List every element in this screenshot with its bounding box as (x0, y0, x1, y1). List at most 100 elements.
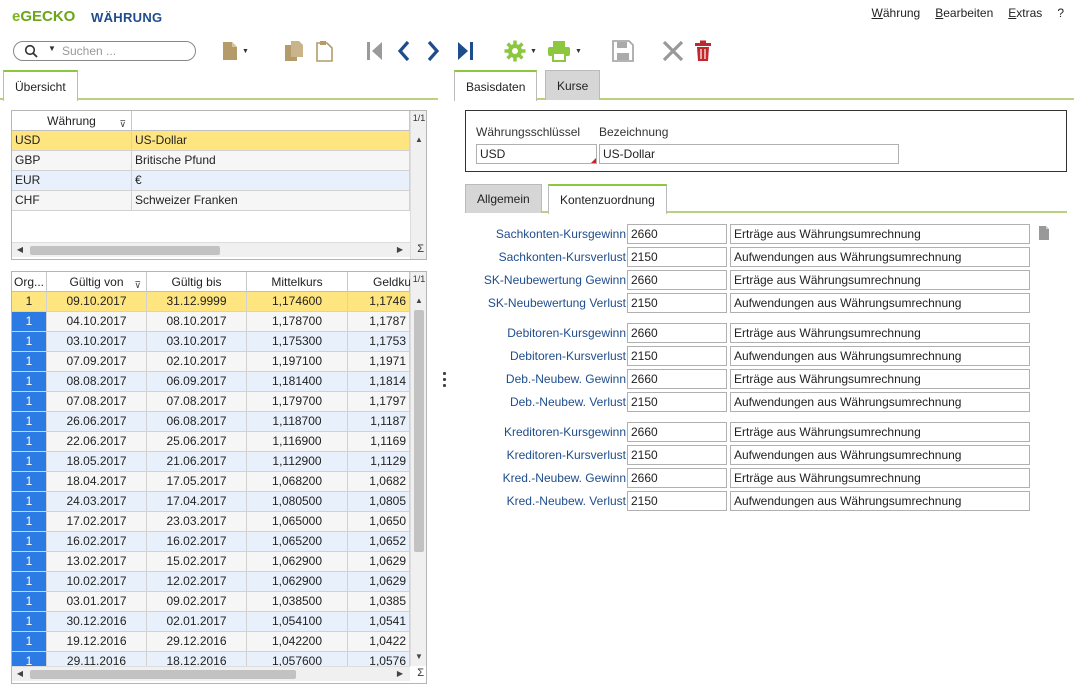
scroll-right-arrow-icon[interactable]: ▶ (392, 669, 408, 678)
currency-key-field[interactable]: USD (476, 144, 597, 164)
account-number-field[interactable]: 2150 (627, 491, 727, 511)
column-header-org[interactable]: Org... (12, 272, 47, 292)
mid-rate-cell[interactable]: 1,175300 (247, 332, 348, 352)
mid-rate-cell[interactable]: 1,062900 (247, 572, 348, 592)
rate-row[interactable]: 1 22.06.2017 25.06.2017 1,116900 1,1169 (12, 432, 410, 452)
column-header-waehrung[interactable]: Währung ⊽ (12, 111, 132, 131)
rate-row[interactable]: 1 19.12.2016 29.12.2016 1,042200 1,0422 (12, 632, 410, 652)
bid-rate-cell[interactable]: 1,0682 (348, 472, 410, 492)
mid-rate-cell[interactable]: 1,038500 (247, 592, 348, 612)
valid-to-cell[interactable]: 09.02.2017 (147, 592, 247, 612)
org-cell[interactable]: 1 (12, 552, 47, 572)
valid-to-cell[interactable]: 08.10.2017 (147, 312, 247, 332)
valid-from-cell[interactable]: 22.06.2017 (47, 432, 147, 452)
account-number-field[interactable]: 2150 (627, 392, 727, 412)
scroll-right-arrow-icon[interactable]: ▶ (392, 245, 408, 254)
account-number-field[interactable]: 2150 (627, 247, 727, 267)
panel-splitter-handle[interactable] (443, 372, 447, 392)
bid-rate-cell[interactable]: 1,1814 (348, 372, 410, 392)
rate-grid-vertical-scrollbar[interactable]: 1/1 ▲ ▼ (410, 272, 426, 666)
bid-rate-cell[interactable]: 1,0652 (348, 532, 410, 552)
print-dropdown-icon[interactable]: ▼ (575, 48, 582, 55)
bid-rate-cell[interactable]: 1,1187 (348, 412, 410, 432)
valid-to-cell[interactable]: 23.03.2017 (147, 512, 247, 532)
scroll-down-arrow-icon[interactable]: ▼ (411, 652, 426, 661)
menu-help[interactable]: ? (1057, 6, 1064, 20)
rate-row[interactable]: 1 24.03.2017 17.04.2017 1,080500 1,0805 (12, 492, 410, 512)
bid-rate-cell[interactable]: 1,1169 (348, 432, 410, 452)
vertical-scroll-thumb[interactable] (414, 310, 424, 552)
paste-button[interactable] (316, 38, 334, 64)
valid-to-cell[interactable]: 06.08.2017 (147, 412, 247, 432)
scroll-left-arrow-icon[interactable]: ◀ (12, 245, 28, 254)
new-document-button[interactable]: ▼ (222, 38, 249, 64)
org-cell[interactable]: 1 (12, 432, 47, 452)
rate-row[interactable]: 1 13.02.2017 15.02.2017 1,062900 1,0629 (12, 552, 410, 572)
search-input[interactable] (62, 44, 190, 58)
rate-row[interactable]: 1 07.08.2017 07.08.2017 1,179700 1,1797 (12, 392, 410, 412)
scroll-left-arrow-icon[interactable]: ◀ (12, 669, 28, 678)
bid-rate-cell[interactable]: 1,0629 (348, 552, 410, 572)
valid-from-cell[interactable]: 03.01.2017 (47, 592, 147, 612)
document-icon[interactable] (1038, 225, 1050, 241)
horizontal-scroll-thumb[interactable] (30, 670, 296, 679)
column-header-gueltig-von[interactable]: Gültig von ⊽ (47, 272, 147, 292)
valid-from-cell[interactable]: 18.05.2017 (47, 452, 147, 472)
valid-to-cell[interactable]: 02.01.2017 (147, 612, 247, 632)
valid-to-cell[interactable]: 29.12.2016 (147, 632, 247, 652)
valid-to-cell[interactable]: 21.06.2017 (147, 452, 247, 472)
search-options-caret-icon[interactable]: ▼ (48, 44, 56, 53)
valid-from-cell[interactable]: 04.10.2017 (47, 312, 147, 332)
org-cell[interactable]: 1 (12, 392, 47, 412)
rate-row[interactable]: 1 17.02.2017 23.03.2017 1,065000 1,0650 (12, 512, 410, 532)
horizontal-scroll-thumb[interactable] (30, 246, 220, 255)
scroll-up-arrow-icon[interactable]: ▲ (411, 135, 426, 144)
rate-row[interactable]: 1 09.10.2017 31.12.9999 1,174600 1,1746 (12, 292, 410, 312)
mid-rate-cell[interactable]: 1,174600 (247, 292, 348, 312)
valid-to-cell[interactable]: 17.05.2017 (147, 472, 247, 492)
valid-to-cell[interactable]: 12.02.2017 (147, 572, 247, 592)
org-cell[interactable]: 1 (12, 352, 47, 372)
currency-code-cell[interactable]: CHF (12, 191, 132, 211)
last-record-button[interactable] (456, 38, 474, 64)
valid-from-cell[interactable]: 07.08.2017 (47, 392, 147, 412)
column-header-geldkurs[interactable]: Geldkurs (348, 272, 421, 292)
copy-button[interactable] (284, 38, 306, 64)
valid-from-cell[interactable]: 03.10.2017 (47, 332, 147, 352)
valid-to-cell[interactable]: 06.09.2017 (147, 372, 247, 392)
print-button[interactable]: ▼ (547, 38, 582, 64)
account-number-field[interactable]: 2150 (627, 346, 727, 366)
valid-to-cell[interactable]: 02.10.2017 (147, 352, 247, 372)
account-number-field[interactable]: 2660 (627, 323, 727, 343)
valid-from-cell[interactable]: 26.06.2017 (47, 412, 147, 432)
rate-row[interactable]: 1 30.12.2016 02.01.2017 1,054100 1,0541 (12, 612, 410, 632)
sum-icon[interactable]: Σ (417, 667, 424, 679)
mid-rate-cell[interactable]: 1,065000 (247, 512, 348, 532)
next-record-button[interactable] (426, 38, 440, 64)
bid-rate-cell[interactable]: 1,1797 (348, 392, 410, 412)
bid-rate-cell[interactable]: 1,0541 (348, 612, 410, 632)
bid-rate-cell[interactable]: 1,0629 (348, 572, 410, 592)
bid-rate-cell[interactable]: 1,1753 (348, 332, 410, 352)
column-header-bezeichnung[interactable] (132, 111, 410, 131)
rate-row[interactable]: 1 07.09.2017 02.10.2017 1,197100 1,1971 (12, 352, 410, 372)
bid-rate-cell[interactable]: 1,0385 (348, 592, 410, 612)
valid-to-cell[interactable]: 31.12.9999 (147, 292, 247, 312)
org-cell[interactable]: 1 (12, 492, 47, 512)
mid-rate-cell[interactable]: 1,054100 (247, 612, 348, 632)
settings-dropdown-icon[interactable]: ▼ (530, 48, 537, 55)
rate-row[interactable]: 1 10.02.2017 12.02.2017 1,062900 1,0629 (12, 572, 410, 592)
currency-row[interactable]: USD US-Dollar (12, 131, 410, 151)
bid-rate-cell[interactable]: 1,0805 (348, 492, 410, 512)
account-number-field[interactable]: 2660 (627, 224, 727, 244)
mid-rate-cell[interactable]: 1,197100 (247, 352, 348, 372)
save-button[interactable] (612, 38, 634, 64)
currency-name-cell[interactable]: US-Dollar (132, 131, 410, 151)
currency-code-cell[interactable]: USD (12, 131, 132, 151)
sum-icon[interactable]: Σ (417, 243, 424, 255)
currency-grid-vertical-scrollbar[interactable]: 1/1 ▲ (410, 111, 426, 259)
first-record-button[interactable] (366, 38, 384, 64)
valid-from-cell[interactable]: 09.10.2017 (47, 292, 147, 312)
currency-row[interactable]: GBP Britische Pfund (12, 151, 410, 171)
description-field[interactable]: US-Dollar (599, 144, 899, 164)
